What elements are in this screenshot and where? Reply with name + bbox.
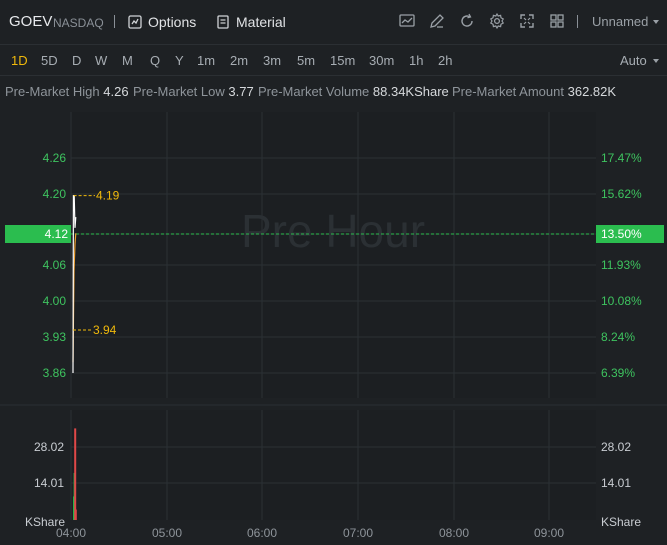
percent-tick-label: 8.24% — [601, 330, 635, 344]
price-tick-label: 4.00 — [43, 294, 67, 308]
period-tab[interactable]: M — [122, 53, 133, 68]
volume-bar — [74, 428, 77, 520]
time-tick-label: 07:00 — [343, 526, 373, 540]
period-tab[interactable]: 1D — [11, 53, 28, 68]
percent-tick-label: 17.47% — [601, 151, 642, 165]
time-tick-label: 05:00 — [152, 526, 182, 540]
premarket-low: Pre-Market Low 3.77 — [133, 84, 254, 99]
toolbar-divider — [114, 15, 115, 28]
options-icon — [128, 15, 142, 29]
percent-tick-label: 11.93% — [601, 258, 641, 272]
volume-unit-label: KShare — [601, 515, 641, 529]
stat-value: 3.77 — [228, 84, 254, 99]
auto-label: Auto — [620, 53, 647, 68]
stat-value: 88.34KShare — [372, 84, 449, 99]
period-tab[interactable]: 2m — [230, 53, 248, 68]
low-marker-label: 3.94 — [93, 323, 117, 337]
stat-label: Pre-Market Amount — [452, 84, 564, 99]
volume-tick-label: 14.01 — [34, 476, 64, 490]
period-tab[interactable]: 15m — [330, 53, 355, 68]
layout-selector[interactable]: Unnamed — [592, 14, 660, 29]
percent-tick-label: 10.08% — [601, 294, 642, 308]
percent-tick-label: 6.39% — [601, 366, 635, 380]
stat-label: Pre-Market Low — [133, 84, 225, 99]
period-tab[interactable]: Q — [150, 53, 160, 68]
period-tab[interactable]: 5D — [41, 53, 58, 68]
period-tabs: Auto 1D 5D D W M Q Y 1m 2m 3m 5m 15m 30m 1h 2h — [0, 44, 667, 75]
volume-tick-label: 14.01 — [601, 476, 631, 490]
premarket-volume: Pre-Market Volume 88.34KShare — [258, 84, 449, 99]
material-button[interactable]: Material — [216, 12, 286, 32]
volume-tick-label: 28.02 — [601, 440, 631, 454]
time-tick-label: 09:00 — [534, 526, 564, 540]
high-marker-label: 4.19 — [96, 189, 120, 203]
period-tab[interactable]: 3m — [263, 53, 281, 68]
draw-pen-icon[interactable] — [428, 12, 446, 30]
top-toolbar: GOEV NASDAQ Options Material Unnamed — [0, 0, 667, 44]
price-tick-label: 3.93 — [43, 330, 67, 344]
options-button[interactable]: Options — [128, 12, 196, 32]
period-tab[interactable]: 5m — [297, 53, 315, 68]
layout-grid-icon[interactable] — [548, 12, 566, 30]
period-tab[interactable]: 2h — [438, 53, 452, 68]
premarket-stats: Pre-Market High 4.26 Pre-Market Low 3.77… — [0, 75, 667, 105]
indicator-icon[interactable] — [398, 12, 416, 30]
volume-tick-label: 28.02 — [34, 440, 64, 454]
period-tab[interactable]: W — [95, 53, 107, 68]
auto-scale-selector[interactable]: Auto — [620, 53, 659, 68]
toolbar-divider — [577, 15, 578, 28]
ticker-symbol[interactable]: GOEV — [9, 13, 52, 30]
period-tab[interactable]: 30m — [369, 53, 394, 68]
exchange-label: NASDAQ — [53, 16, 104, 30]
options-label: Options — [148, 14, 197, 30]
period-tab[interactable]: D — [72, 53, 81, 68]
material-label: Material — [236, 14, 286, 30]
fullscreen-icon[interactable] — [518, 12, 536, 30]
stat-label: Pre-Market High — [5, 84, 100, 99]
time-tick-label: 04:00 — [56, 526, 86, 540]
price-chart[interactable]: Pre Hour 4.26 4.20 4.06 4.00 3.93 3.86 17.47% 15… — [0, 105, 667, 545]
price-tick-label: 3.86 — [43, 366, 67, 380]
stat-label: Pre-Market Volume — [258, 84, 370, 99]
volume-bar — [74, 509, 77, 520]
layout-name: Unnamed — [592, 14, 649, 29]
premarket-amount: Pre-Market Amount 362.82K — [452, 84, 616, 99]
settings-gear-icon[interactable] — [488, 12, 506, 30]
percent-tick-label: 15.62% — [601, 187, 642, 201]
premarket-high: Pre-Market High 4.26 — [5, 84, 129, 99]
price-tick-label: 4.06 — [43, 258, 67, 272]
time-tick-label: 06:00 — [247, 526, 277, 540]
period-tab[interactable]: Y — [175, 53, 184, 68]
stat-value: 362.82K — [567, 84, 617, 99]
period-tab[interactable]: 1h — [409, 53, 423, 68]
current-price-label: 4.12 — [45, 227, 69, 241]
price-tick-label: 4.26 — [43, 151, 67, 165]
price-tick-label: 4.20 — [43, 187, 67, 201]
time-tick-label: 08:00 — [439, 526, 469, 540]
chart-canvas[interactable]: Pre Hour 4.26 4.20 4.06 4.00 3.93 3.86 17.47% 15… — [0, 105, 667, 545]
material-icon — [217, 15, 229, 29]
current-percent-label: 13.50% — [601, 227, 642, 241]
period-tab[interactable]: 1m — [197, 53, 215, 68]
chevron-down-icon — [653, 19, 660, 24]
chevron-down-icon — [652, 58, 659, 63]
volume-panel — [71, 410, 596, 520]
watermark-text: Pre Hour — [241, 205, 425, 257]
refresh-icon[interactable] — [458, 12, 476, 30]
stat-value: 4.26 — [103, 84, 129, 99]
